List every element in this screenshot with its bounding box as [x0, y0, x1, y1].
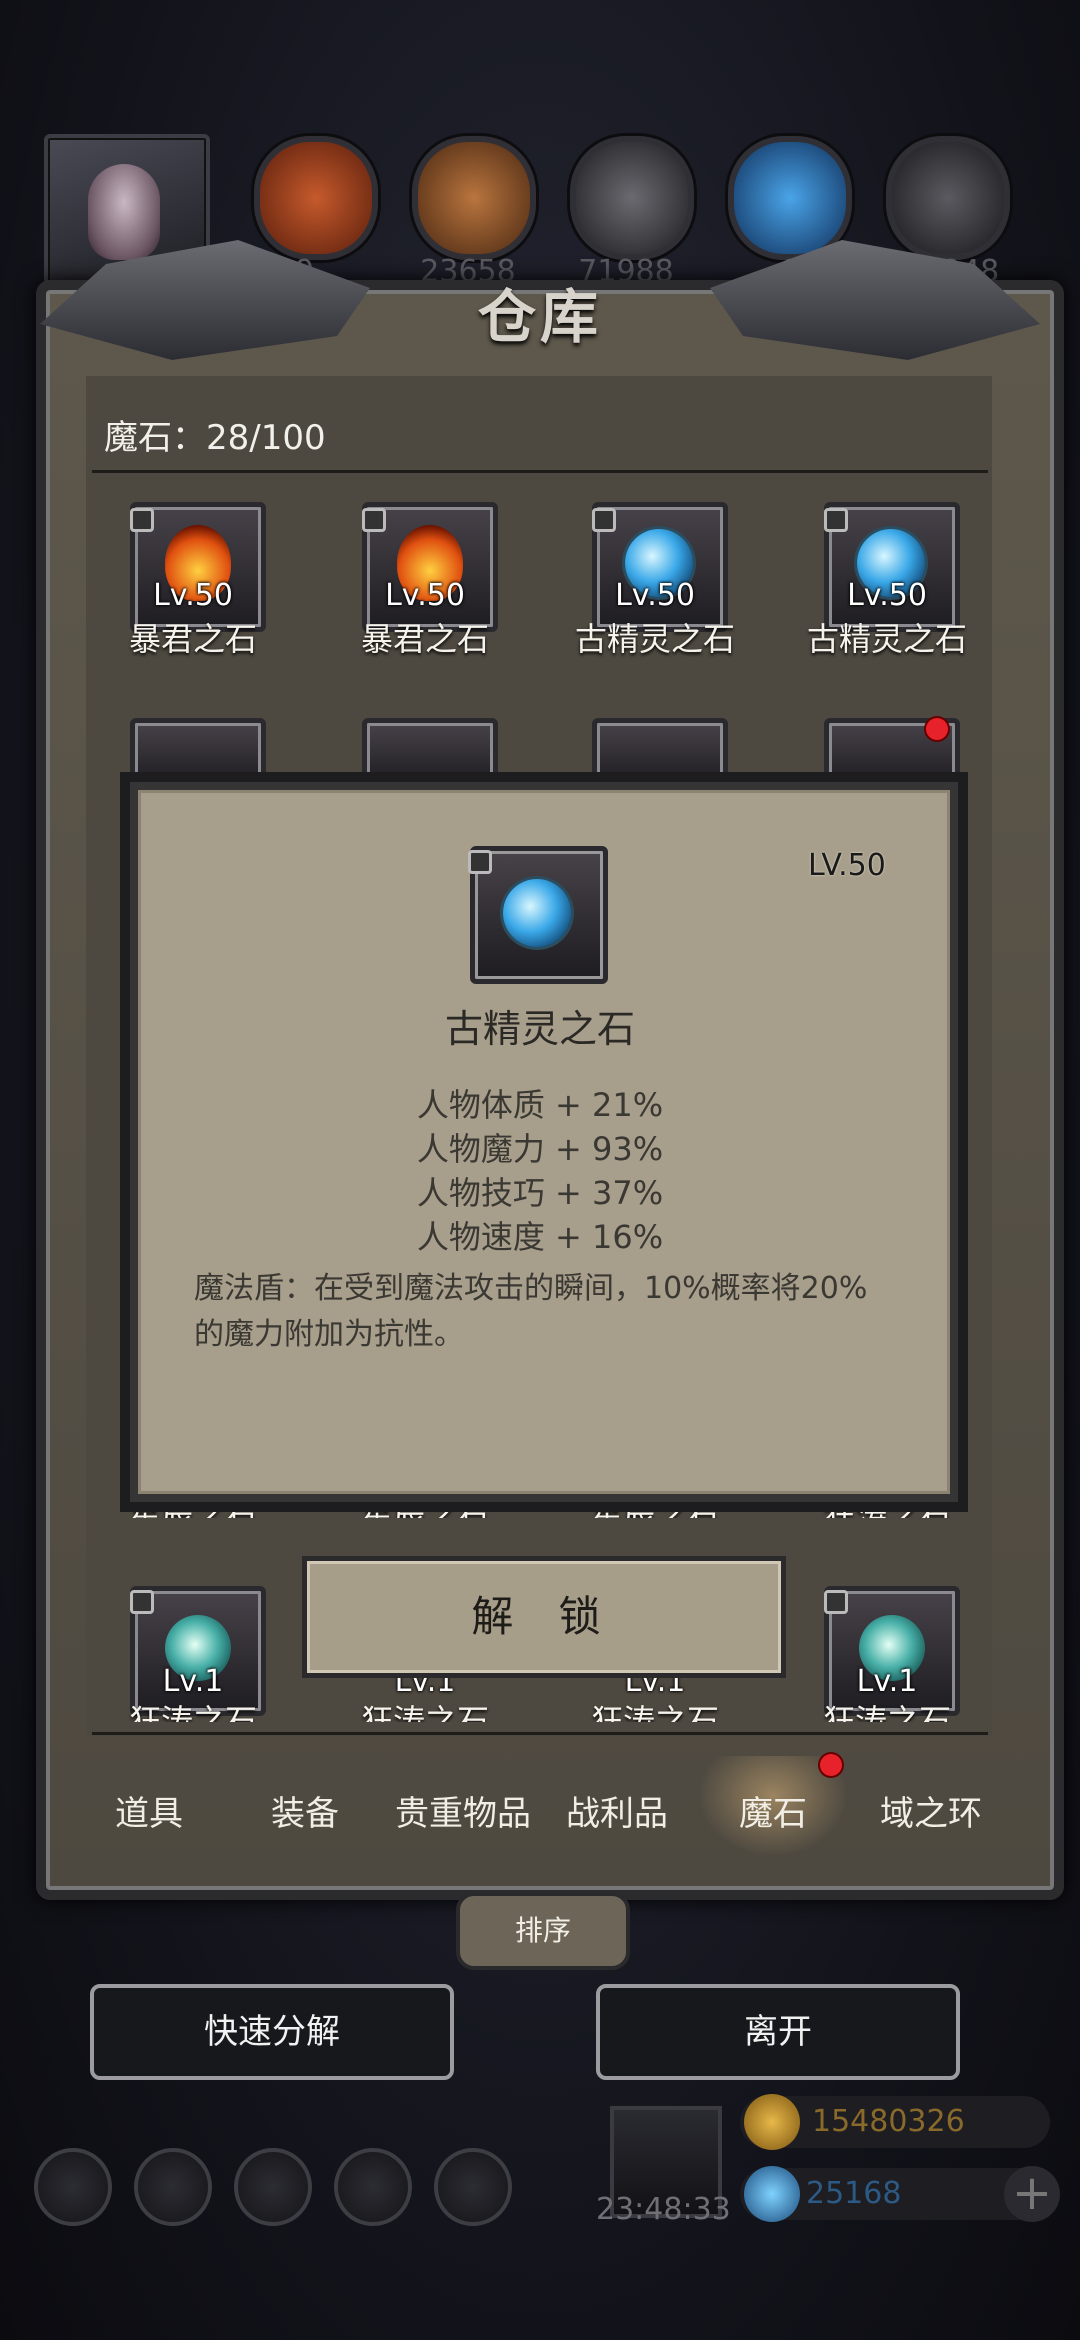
crystal-icon[interactable]: [728, 136, 852, 260]
panel-title: 仓库: [477, 283, 602, 351]
unlock-button[interactable]: 解 锁: [302, 1556, 786, 1678]
wood-icon[interactable]: [412, 136, 536, 260]
item-name: 狂涛之石: [360, 1702, 489, 1722]
item-slot[interactable]: [130, 718, 266, 788]
item-name: 暴君之石: [128, 620, 257, 658]
item-name: 古精灵之石: [574, 620, 735, 658]
new-item-badge: [926, 718, 948, 740]
tooltip-level: LV.50: [808, 848, 886, 883]
quick-decompose-button[interactable]: 快速分解: [90, 1984, 454, 2080]
lock-icon: [824, 508, 848, 532]
item-level: Lv.50: [153, 578, 233, 613]
item-level: Lv.50: [615, 578, 695, 613]
tab-loot[interactable]: 战利品: [542, 1786, 692, 1835]
tooltip-stat: 人物速度 + 16%: [416, 1218, 664, 1256]
settings-icon[interactable]: [34, 2148, 112, 2226]
tab-domain-rings[interactable]: 域之环: [856, 1786, 1006, 1835]
achievement-icon[interactable]: [134, 2148, 212, 2226]
coal-icon[interactable]: [886, 136, 1010, 260]
tooltip-description: 魔法盾：在受到魔法攻击的瞬间，10%概率将20%的魔力附加为抗性。: [194, 1271, 868, 1352]
lock-icon: [592, 508, 616, 532]
tab-badge: [820, 1754, 842, 1776]
blue-gem-icon: [503, 879, 571, 947]
tooltip-stat: 人物技巧 + 37%: [416, 1174, 664, 1212]
lock-icon: [468, 850, 492, 874]
item-name: 古精灵之石: [806, 620, 967, 658]
lock-icon: [362, 508, 386, 532]
tooltip-stat: 人物体质 + 21%: [416, 1086, 664, 1124]
hero-face-icon: [88, 164, 160, 260]
ore-icon[interactable]: [254, 136, 378, 260]
gold-amount: 15480326: [812, 2104, 965, 2139]
iron-icon[interactable]: [570, 136, 694, 260]
sort-button[interactable]: 排序: [456, 1892, 630, 1970]
item-slot[interactable]: [362, 718, 498, 788]
shop-icon[interactable]: [434, 2148, 512, 2226]
item-slot[interactable]: [592, 718, 728, 788]
guild-icon[interactable]: [234, 2148, 312, 2226]
mail-icon[interactable]: [334, 2148, 412, 2226]
tooltip-item-name: 古精灵之石: [444, 1007, 635, 1051]
lock-icon: [130, 508, 154, 532]
tooltip-stat: 人物魔力 + 93%: [416, 1130, 664, 1168]
tab-items[interactable]: 道具: [74, 1786, 224, 1835]
divider: [92, 470, 988, 473]
tab-magic-stones[interactable]: 魔石: [698, 1786, 848, 1835]
item-name: 狂涛之石: [128, 1702, 257, 1722]
item-level: Lv.50: [385, 578, 465, 613]
lock-icon: [824, 1590, 848, 1614]
gold-coin-icon: [744, 2094, 800, 2150]
leave-button[interactable]: 离开: [596, 1984, 960, 2080]
tab-equipment[interactable]: 装备: [230, 1786, 380, 1835]
add-currency-icon[interactable]: +: [1004, 2166, 1060, 2222]
divider: [92, 1732, 988, 1735]
item-name: 暴君之石: [360, 620, 489, 658]
magic-stone-count: 魔石：28/100: [104, 418, 326, 458]
diamond-icon: [744, 2166, 800, 2222]
item-name: 狂涛之石: [822, 1702, 951, 1722]
lock-icon: [130, 1590, 154, 1614]
tab-valuables[interactable]: 贵重物品: [386, 1786, 540, 1835]
item-name: 狂涛之石: [590, 1702, 719, 1722]
gift-timer: 23:48:33: [596, 2192, 731, 2227]
gem-amount: 25168: [806, 2176, 902, 2211]
item-level: Lv.50: [847, 578, 927, 613]
item-level: Lv.1: [856, 1664, 918, 1699]
item-level: Lv.1: [162, 1664, 224, 1699]
